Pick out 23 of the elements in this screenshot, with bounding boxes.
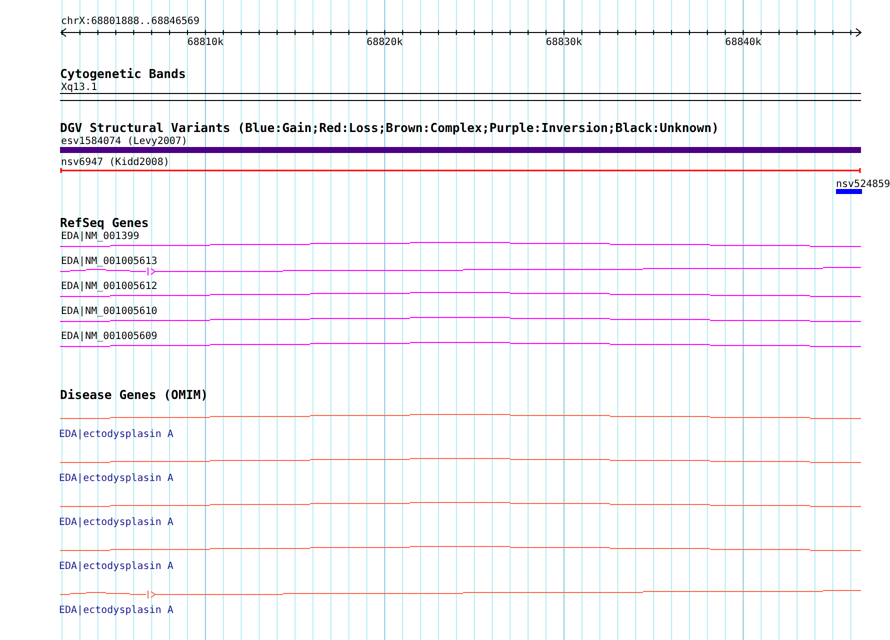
- axis-tick-label: 68810k: [187, 37, 224, 48]
- track-title: RefSeq Genes: [60, 216, 149, 230]
- variant-label: nsv6947 (Kidd2008): [61, 157, 170, 168]
- gene-label: EDA|ectodysplasin A: [59, 429, 174, 440]
- axis-tick-label: 68830k: [546, 37, 582, 48]
- transcript-label: EDA|NM_001399: [61, 231, 140, 242]
- transcript-label: EDA|NM_001005612: [61, 281, 158, 292]
- track-title: Cytogenetic Bands: [60, 67, 186, 81]
- variant-label: nsv524859: [836, 179, 890, 190]
- gene-label: EDA|ectodysplasin A: [59, 517, 174, 528]
- region-label: chrX:68801888..68846569: [61, 16, 200, 27]
- gene-label: EDA|ectodysplasin A: [59, 605, 174, 616]
- gene-label: EDA|ectodysplasin A: [59, 561, 174, 572]
- gene-label: EDA|ectodysplasin A: [59, 473, 174, 484]
- axis-tick-label: 68840k: [725, 37, 762, 48]
- axis-tick-label: 68820k: [366, 37, 403, 48]
- track-title: DGV Structural Variants (Blue:Gain;Red:Loss;Brown:Complex;Purple:Inversion;Black:Unknown): [60, 121, 719, 135]
- transcript-label: EDA|NM_001005613: [61, 256, 158, 267]
- variant-label: esv1584074 (Levy2007): [61, 136, 188, 147]
- transcript-label: EDA|NM_001005610: [61, 306, 158, 317]
- track-title: Disease Genes (OMIM): [60, 388, 208, 402]
- transcript-label: EDA|NM_001005609: [61, 331, 158, 342]
- band-label: Xq13.1: [61, 82, 98, 93]
